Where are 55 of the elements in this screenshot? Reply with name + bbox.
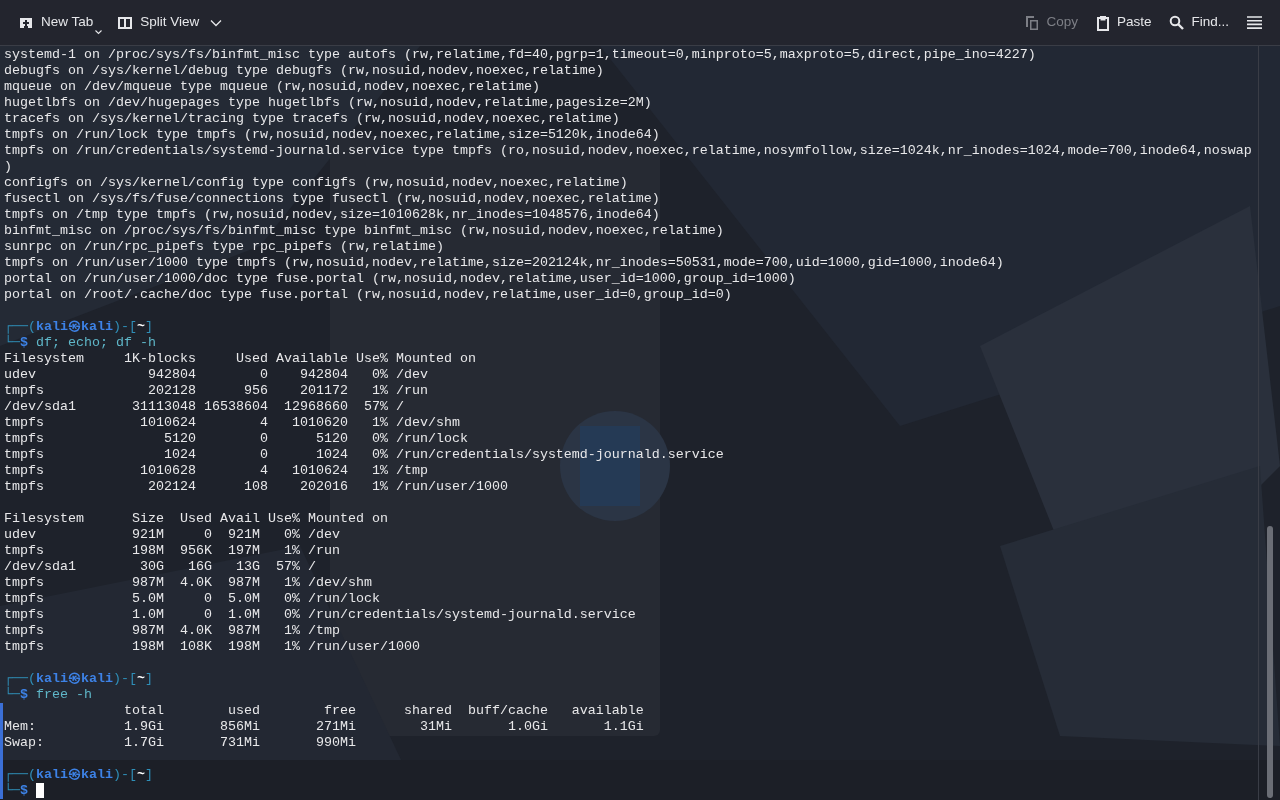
split-view-button[interactable]: Split View <box>109 6 231 39</box>
output-line: tmpfs 198M 108K 198M 1% /run/user/1000 <box>4 639 420 655</box>
output-line: tmpfs 1010624 4 1010620 1% /dev/shm <box>4 415 460 431</box>
chevron-down-icon <box>95 29 103 35</box>
output-line: tmpfs on /run/credentials/systemd-journald.service type tmpfs (ro,nosuid,nodev,noexec,relatime,nosymfollow,size=1024k,nr_inodes=1024,mode=700,inode64,noswap <box>4 143 1252 159</box>
prompt-line: ┌──(kali㉿kali)-[~] <box>4 767 153 783</box>
output-line: tmpfs 1010628 4 1010624 1% /tmp <box>4 463 428 479</box>
output-line: debugfs on /sys/kernel/debug type debugfs (rw,nosuid,nodev,noexec,relatime) <box>4 63 604 79</box>
scrollbar-thumb[interactable] <box>1266 526 1273 798</box>
output-line: tmpfs 987M 4.0K 987M 1% /tmp <box>4 623 340 639</box>
output-line: Filesystem 1K-blocks Used Available Use% Mounted on <box>4 351 476 367</box>
output-line: portal on /root/.cache/doc type fuse.portal (rw,nosuid,nodev,relatime,user_id=0,group_id=0) <box>4 287 732 303</box>
output-line: sunrpc on /run/rpc_pipefs type rpc_pipefs (rw,relatime) <box>4 239 444 255</box>
output-line: fusectl on /sys/fs/fuse/connections type fusectl (rw,nosuid,nodev,noexec,relatime) <box>4 191 660 207</box>
command-line: └─$ <box>4 783 28 799</box>
output-line: tmpfs 5120 0 5120 0% /run/lock <box>4 431 468 447</box>
split-view-icon <box>117 14 134 31</box>
find-button[interactable]: Find... <box>1161 6 1237 39</box>
output-line: hugetlbfs on /dev/hugepages type hugetlbfs (rw,nosuid,nodev,relatime,pagesize=2M) <box>4 95 652 111</box>
output-line: udev 921M 0 921M 0% /dev <box>4 527 340 543</box>
output-line: tmpfs 202124 108 202016 1% /run/user/1000 <box>4 479 508 495</box>
output-line: portal on /run/user/1000/doc type fuse.portal (rw,nosuid,nodev,relatime,user_id=1000,group_id=1000) <box>4 271 796 287</box>
output-line: tmpfs 198M 956K 197M 1% /run <box>4 543 340 559</box>
search-icon <box>1169 15 1185 30</box>
command-line: └─$ free -h <box>4 687 92 703</box>
output-line: /dev/sda1 31113048 16538604 12968660 57% / <box>4 399 404 415</box>
new-tab-button[interactable]: New Tab <box>10 6 102 39</box>
output-line: total used free shared buff/cache available <box>122 703 644 719</box>
output-line: mqueue on /dev/mqueue type mqueue (rw,nosuid,nodev,noexec,relatime) <box>4 79 540 95</box>
output-line: Filesystem Size Used Avail Use% Mounted on <box>4 511 388 527</box>
chevron-down-icon <box>210 18 223 27</box>
output-line: tmpfs on /run/lock type tmpfs (rw,nosuid,nodev,noexec,relatime,size=5120k,inode64) <box>4 127 660 143</box>
output-line: tmpfs 5.0M 0 5.0M 0% /run/lock <box>4 591 380 607</box>
output-line: configfs on /sys/kernel/config type configfs (rw,nosuid,nodev,noexec,relatime) <box>4 175 628 191</box>
output-line: tmpfs 202128 956 201172 1% /run <box>4 383 428 399</box>
prompt-line: ┌──(kali㉿kali)-[~] <box>4 671 153 687</box>
copy-icon <box>1025 14 1040 31</box>
output-line: tmpfs 1.0M 0 1.0M 0% /run/credentials/systemd-journald.service <box>4 607 636 623</box>
output-line: /dev/sda1 30G 16G 13G 57% / <box>4 559 316 575</box>
output-line: Mem: 1.9Gi 856Mi 271Mi 31Mi 1.0Gi 1.1Gi <box>4 719 644 735</box>
paste-button[interactable]: Paste <box>1087 6 1160 39</box>
output-line: udev 942804 0 942804 0% /dev <box>4 367 428 383</box>
output-line: tmpfs on /tmp type tmpfs (rw,nosuid,nodev,size=1010628k,nr_inodes=1048576,inode64) <box>4 207 660 223</box>
output-line: tracefs on /sys/kernel/tracing type tracefs (rw,nosuid,nodev,noexec,relatime) <box>4 111 620 127</box>
output-line: tmpfs 987M 4.0K 987M 1% /dev/shm <box>4 575 372 591</box>
output-line: binfmt_misc on /proc/sys/fs/binfmt_misc type binfmt_misc (rw,nosuid,nodev,noexec,relatime) <box>4 223 724 239</box>
command-line: └─$ df; echo; df -h <box>4 335 156 351</box>
output-line: ) <box>4 159 12 175</box>
output-line: systemd-1 on /proc/sys/fs/binfmt_misc type autofs (rw,relatime,fd=40,pgrp=1,timeout=0,minproto=5,maxproto=5,direct,pipe_ino=4227) <box>4 47 1036 63</box>
output-line: tmpfs on /run/user/1000 type tmpfs (rw,nosuid,nodev,relatime,size=202124k,nr_inodes=50531,mode=700,uid=1000,gid=1000,inode64) <box>4 255 1004 271</box>
menu-icon <box>1247 15 1262 30</box>
prompt-line: ┌──(kali㉿kali)-[~] <box>4 319 153 335</box>
output-line: tmpfs 1024 0 1024 0% /run/credentials/systemd-journald.service <box>4 447 724 463</box>
output-line: Swap: 1.7Gi 731Mi 990Mi <box>4 735 356 751</box>
clipboard-icon <box>1095 14 1110 31</box>
